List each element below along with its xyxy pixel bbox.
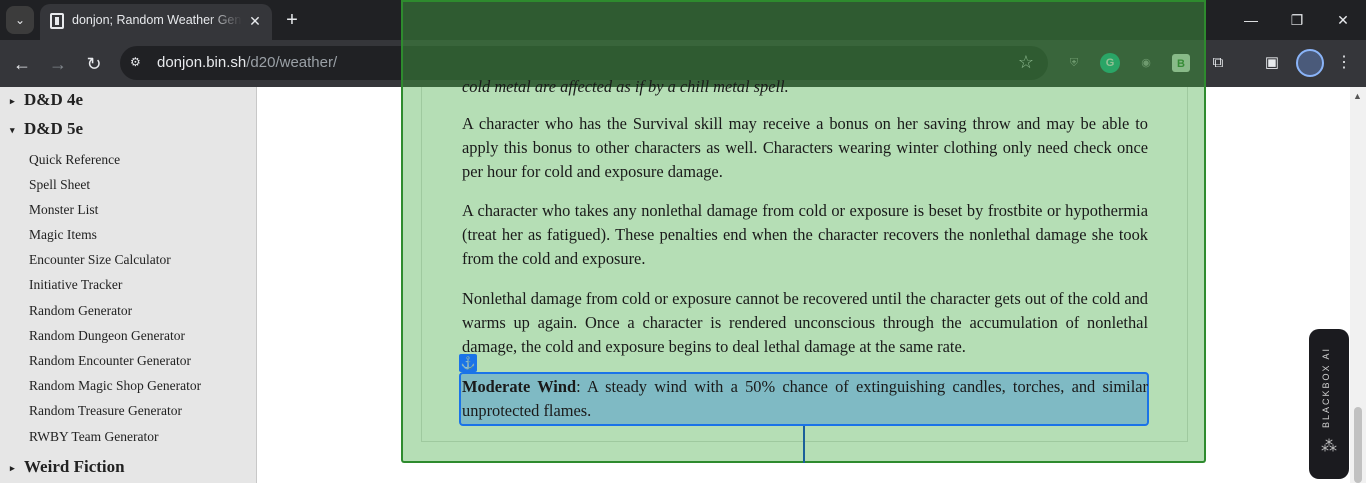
new-tab-button[interactable]: +	[280, 6, 304, 34]
sidebar-item-initiative-tracker[interactable]: Initiative Tracker	[29, 277, 122, 293]
sidebar-section-dnd5e[interactable]: ▾ D&D 5e	[10, 119, 83, 139]
blackbox-ai-widget[interactable]: BLACKBOX AI ⁂	[1309, 329, 1349, 479]
paragraph-recovery: Nonlethal damage from cold or exposure c…	[462, 289, 1148, 356]
chevron-down-icon: ⌄	[14, 13, 26, 27]
sidebar-item-random-dungeon-generator[interactable]: Random Dungeon Generator	[29, 328, 185, 344]
more-menu-icon[interactable]: ⋮	[1334, 53, 1354, 73]
main-content: cold metal are affected as if by a chill…	[258, 77, 1350, 483]
restore-icon[interactable]: ❐	[1274, 0, 1320, 40]
vertical-scrollbar[interactable]: ▲	[1350, 87, 1366, 483]
sidebar-section-weird-fiction[interactable]: ▸ Weird Fiction	[10, 457, 125, 477]
scroll-up-arrow-icon[interactable]: ▲	[1353, 91, 1362, 101]
reload-icon[interactable]: ↻	[81, 51, 107, 77]
sidebar-item-random-encounter-generator[interactable]: Random Encounter Generator	[29, 353, 191, 369]
sidebar-item-encounter-size-calculator[interactable]: Encounter Size Calculator	[29, 252, 171, 268]
paragraph-survival: A character who has the Survival skill m…	[462, 114, 1148, 181]
term-moderate-wind: Moderate Wind	[462, 377, 577, 396]
scroll-thumb[interactable]	[1354, 407, 1362, 483]
sidebar-item-random-magic-shop-generator[interactable]: Random Magic Shop Generator	[29, 378, 201, 394]
forward-arrow-icon[interactable]: →	[45, 51, 71, 77]
anchor-icon[interactable]: ⚓	[459, 354, 477, 372]
section-label: D&D 5e	[24, 119, 84, 138]
tab-search-button[interactable]: ⌄	[6, 6, 34, 34]
triangle-right-icon: ▸	[10, 462, 15, 473]
weather-panel: cold metal are affected as if by a chill…	[401, 77, 1206, 463]
back-arrow-icon[interactable]: ←	[9, 51, 35, 77]
site-info-icon[interactable]: ⚙	[130, 54, 146, 70]
sidebar-section-dnd4e[interactable]: ▸ D&D 4e	[10, 90, 83, 110]
url-host: donjon.bin.sh	[157, 54, 247, 71]
minimize-icon[interactable]: —	[1228, 0, 1274, 40]
section-label: D&D 4e	[24, 90, 84, 109]
triangle-down-icon: ▾	[10, 124, 15, 135]
extensions-puzzle-icon[interactable]: ⧉	[1208, 53, 1228, 73]
sidebar-item-random-treasure-generator[interactable]: Random Treasure Generator	[29, 403, 182, 419]
site-favicon-icon	[50, 13, 64, 29]
sidebar-item-random-generator[interactable]: Random Generator	[29, 303, 132, 319]
sidebar-nav: ▸ D&D 4e ▾ D&D 5e Quick Reference Spell Sh…	[0, 87, 257, 483]
paragraph-nonlethal-damage: A character who takes any nonlethal dama…	[462, 201, 1148, 268]
sidebar-item-rwby-team-generator[interactable]: RWBY Team Generator	[29, 429, 159, 445]
clipped-text-line: cold metal are affected as if by a chill…	[462, 77, 789, 96]
tab-title: donjon; Random Weather Generator	[72, 13, 242, 27]
sidebar-item-quick-reference[interactable]: Quick Reference	[29, 152, 120, 168]
side-panel-icon[interactable]: ▣	[1262, 53, 1282, 73]
url-text: donjon.bin.sh/d20/weather/	[157, 54, 337, 71]
url-path: /d20/weather/	[246, 54, 338, 71]
paragraph-moderate-wind: Moderate Wind: A steady wind with a 50% …	[462, 375, 1148, 423]
blackbox-logo-icon: ⁂	[1321, 438, 1337, 455]
browser-tab[interactable]: donjon; Random Weather Generator ✕	[40, 4, 272, 40]
triangle-right-icon: ▸	[10, 95, 15, 106]
blackbox-label: BLACKBOX AI	[1321, 347, 1331, 429]
selection-connector-line	[803, 426, 805, 463]
profile-avatar[interactable]	[1296, 49, 1324, 77]
close-tab-icon[interactable]: ✕	[246, 12, 264, 30]
sidebar-item-magic-items[interactable]: Magic Items	[29, 227, 97, 243]
sidebar-item-monster-list[interactable]: Monster List	[29, 202, 98, 218]
selection-overlay	[401, 0, 1206, 87]
sidebar-item-spell-sheet[interactable]: Spell Sheet	[29, 177, 90, 193]
section-label: Weird Fiction	[24, 457, 125, 476]
close-window-icon[interactable]: ✕	[1320, 0, 1366, 40]
